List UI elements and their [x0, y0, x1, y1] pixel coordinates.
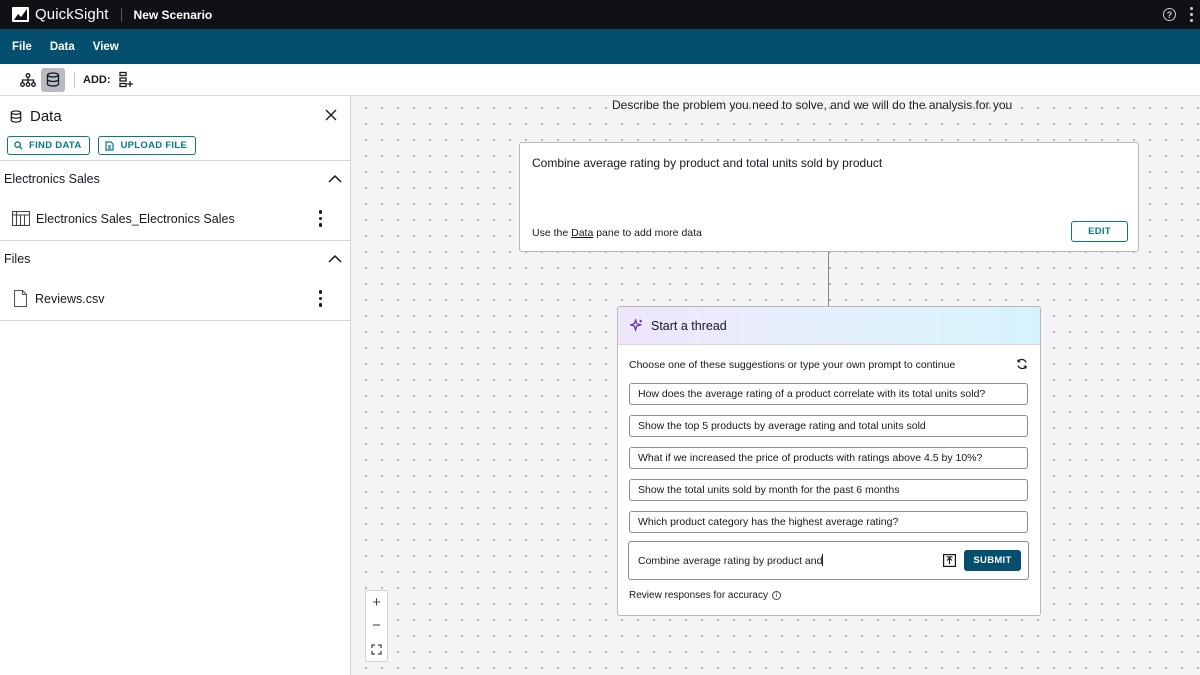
- dataset-item[interactable]: Electronics Sales_Electronics Sales: [0, 197, 350, 240]
- text-caret: [822, 554, 824, 566]
- zoom-in-button[interactable]: +: [366, 591, 387, 614]
- submit-button[interactable]: SUBMIT: [964, 550, 1021, 571]
- hierarchy-view-button[interactable]: [16, 68, 40, 92]
- table-icon: [12, 211, 30, 226]
- app-name: QuickSight: [35, 6, 109, 23]
- chevron-up-icon[interactable]: [328, 174, 342, 184]
- start-thread-card: Start a thread Choose one of these sugge…: [617, 306, 1041, 616]
- divider: [120, 7, 122, 22]
- suggestion-chip[interactable]: How does the average rating of a product…: [629, 383, 1028, 405]
- suggestion-chip[interactable]: Which product category has the highest a…: [629, 511, 1028, 533]
- menu-data[interactable]: Data: [50, 41, 75, 53]
- help-icon[interactable]: ?: [1163, 8, 1176, 21]
- fit-to-screen-button[interactable]: [366, 638, 387, 661]
- suggestion-chip[interactable]: Show the total units sold by month for t…: [629, 479, 1028, 501]
- close-icon[interactable]: [324, 108, 338, 122]
- refresh-icon[interactable]: [1016, 358, 1028, 370]
- quicksight-logo-icon: [12, 7, 29, 22]
- suggestions-instructions: Choose one of these suggestions or type …: [629, 359, 956, 371]
- data-pane-link[interactable]: Data: [571, 227, 593, 239]
- connector-line: [828, 252, 829, 306]
- zoom-out-button[interactable]: −: [366, 614, 387, 637]
- section-header[interactable]: Electronics Sales: [0, 161, 350, 197]
- section-header[interactable]: Files: [0, 241, 350, 277]
- kebab-menu-icon[interactable]: [318, 290, 322, 307]
- thread-title: Start a thread: [651, 318, 727, 333]
- canvas-hint: Describe the problem you need to solve, …: [612, 98, 1013, 112]
- fit-screen-icon: [371, 644, 382, 655]
- data-panel-header: Data: [0, 96, 350, 136]
- hierarchy-icon: [20, 72, 36, 87]
- footer-text: pane to add more data: [593, 227, 702, 239]
- info-icon[interactable]: i: [771, 591, 781, 600]
- problem-statement-text: Combine average rating by product and to…: [532, 156, 883, 170]
- file-item[interactable]: Reviews.csv: [0, 277, 350, 320]
- kebab-menu-icon[interactable]: [318, 210, 322, 227]
- find-data-button[interactable]: FIND DATA: [7, 136, 91, 155]
- file-icon: [14, 290, 27, 307]
- menu-view[interactable]: View: [93, 41, 119, 53]
- review-text: Review responses for accuracy: [629, 590, 768, 601]
- add-node-icon: [118, 71, 133, 88]
- database-icon: [46, 72, 60, 87]
- data-panel-actions: FIND DATA UPLOAD FILE: [0, 136, 350, 155]
- dataset-label: Electronics Sales_Electronics Sales: [36, 211, 235, 226]
- upload-file-button[interactable]: UPLOAD FILE: [98, 136, 197, 155]
- toolbar-divider: [74, 71, 75, 88]
- scenario-canvas[interactable]: Describe the problem you need to solve, …: [352, 96, 1200, 675]
- database-icon: [10, 109, 22, 123]
- suggestion-chip[interactable]: What if we increased the price of produc…: [629, 447, 1028, 469]
- add-label: ADD:: [83, 73, 111, 86]
- more-options-icon[interactable]: [1189, 7, 1193, 22]
- sparkle-icon: [630, 319, 643, 332]
- edit-button[interactable]: EDIT: [1071, 221, 1128, 242]
- section-electronics-sales: Electronics Sales Electronics Sales_Elec…: [0, 160, 350, 240]
- menu-bar: File Data View: [0, 29, 1200, 64]
- search-icon: [14, 141, 23, 150]
- upload-file-icon: [105, 140, 115, 151]
- section-title: Files: [4, 252, 31, 266]
- find-data-label: FIND DATA: [29, 140, 82, 151]
- prompt-input[interactable]: Combine average rating by product and SU…: [628, 541, 1029, 580]
- menu-file[interactable]: File: [12, 41, 32, 53]
- section-files: Files Reviews.csv: [0, 240, 350, 321]
- data-pane-button[interactable]: [41, 67, 65, 92]
- quicksight-logo[interactable]: QuickSight: [12, 6, 109, 23]
- upload-icon[interactable]: [943, 554, 956, 567]
- add-node-button[interactable]: [115, 68, 139, 92]
- zoom-controls: + −: [365, 590, 388, 662]
- suggestion-chip[interactable]: Show the top 5 products by average ratin…: [629, 415, 1028, 437]
- chevron-up-icon[interactable]: [328, 254, 342, 264]
- problem-statement-card[interactable]: Combine average rating by product and to…: [519, 142, 1139, 252]
- prompt-input-text: Combine average rating by product and: [638, 555, 823, 567]
- thread-header: Start a thread: [618, 307, 1040, 345]
- review-notice: Review responses for accuracy i: [629, 590, 781, 601]
- footer-text: Use the: [532, 227, 572, 239]
- scenario-name[interactable]: New Scenario: [134, 8, 213, 22]
- data-panel-title: Data: [30, 107, 62, 125]
- prompt-footer: Use the Data pane to add more data: [532, 227, 702, 239]
- upload-file-label: UPLOAD FILE: [120, 140, 188, 151]
- top-bar: QuickSight New Scenario ?: [0, 0, 1200, 29]
- section-title: Electronics Sales: [4, 172, 100, 186]
- data-panel: Data FIND DATA UPLOAD FILE Electronics S…: [0, 96, 351, 675]
- toolbar: ADD:: [0, 64, 1200, 96]
- prompt-input-value: Combine average rating by product and: [638, 554, 824, 567]
- file-label: Reviews.csv: [35, 291, 105, 306]
